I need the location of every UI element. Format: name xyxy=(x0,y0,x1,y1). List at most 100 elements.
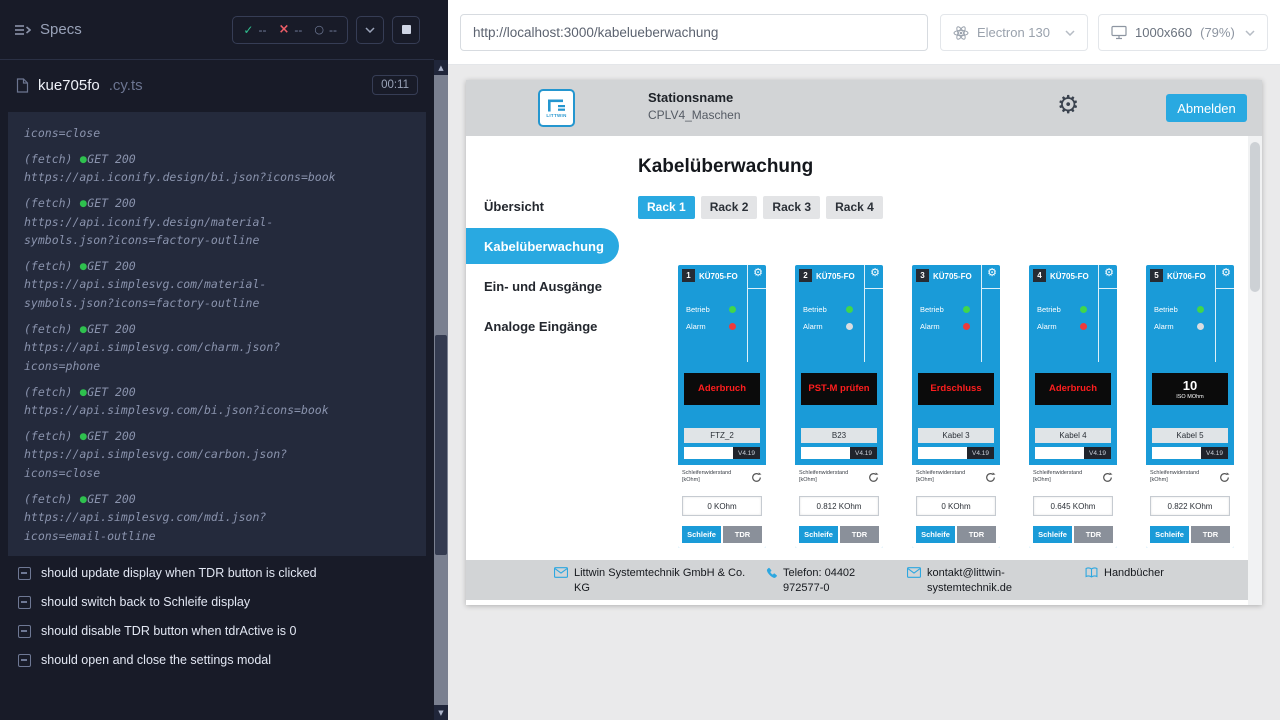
device-model: KÜ705-FO xyxy=(816,272,855,281)
tdr-button[interactable]: TDR xyxy=(957,526,996,543)
device-card-1: 1 KÜ705-FO ⚙ Betrieb Alarm Aderbruch FTZ… xyxy=(678,265,766,548)
card-settings-icon[interactable]: ⚙ xyxy=(753,266,763,279)
url-input[interactable]: http://localhost:3000/kabelueberwachung xyxy=(460,14,928,51)
led-off-icon xyxy=(1197,323,1204,330)
card-settings-icon[interactable]: ⚙ xyxy=(1221,266,1231,279)
sidebar-item-analoge-eingaenge[interactable]: Analoge Eingänge xyxy=(466,308,636,344)
scrollbar-thumb[interactable] xyxy=(435,335,447,555)
schleife-button[interactable]: Schleife xyxy=(916,526,955,543)
tdr-button[interactable]: TDR xyxy=(1191,526,1230,543)
spec-extension: .cy.ts xyxy=(109,77,143,94)
divider xyxy=(864,265,865,362)
measurement-panel: Schleifenwiderstand [kOhm] 0 KOhm Schlei… xyxy=(912,465,1000,548)
book-icon xyxy=(1085,567,1098,578)
tab-rack-3[interactable]: Rack 3 xyxy=(763,196,820,219)
test-icon xyxy=(18,625,31,638)
browser-chrome-bar: http://localhost:3000/kabelueberwachung … xyxy=(448,0,1280,65)
tdr-button[interactable]: TDR xyxy=(840,526,879,543)
tab-rack-2[interactable]: Rack 2 xyxy=(701,196,758,219)
tdr-button[interactable]: TDR xyxy=(1074,526,1113,543)
spec-name[interactable]: kue705fo xyxy=(38,77,100,94)
divider xyxy=(1216,288,1234,289)
scroll-down-arrow[interactable]: ▼ xyxy=(434,705,448,720)
runner-dropdown-button[interactable] xyxy=(356,16,384,44)
fetch-log-entry[interactable]: (fetch) ●GET 200 https://api.iconify.des… xyxy=(24,150,346,187)
refresh-icon[interactable] xyxy=(1102,472,1113,483)
slot-number: 2 xyxy=(799,269,812,282)
sidebar-item-ein-und-ausgaenge[interactable]: Ein- und Ausgänge xyxy=(466,268,636,304)
mode-buttons: Schleife TDR xyxy=(799,526,879,543)
mode-buttons: Schleife TDR xyxy=(1150,526,1230,543)
fetch-log-entry[interactable]: (fetch) ●GET 200 https://api.iconify.des… xyxy=(24,194,346,250)
refresh-icon[interactable] xyxy=(985,472,996,483)
stop-tests-button[interactable] xyxy=(392,16,420,44)
refresh-icon[interactable] xyxy=(868,472,879,483)
rack-tabs: Rack 1 Rack 2 Rack 3 Rack 4 xyxy=(638,196,883,219)
firmware-version: V4.19 xyxy=(850,447,877,459)
viewport-select[interactable]: 1000x660 (79%) xyxy=(1098,14,1268,51)
footer-manuals[interactable]: Handbücher xyxy=(1085,566,1164,581)
spare-field xyxy=(801,447,851,459)
app-footer: Littwin Systemtechnik GmbH & Co. KG Tele… xyxy=(466,560,1248,600)
tdr-button[interactable]: TDR xyxy=(723,526,762,543)
slot-number: 1 xyxy=(682,269,695,282)
browser-select[interactable]: Electron 130 xyxy=(940,14,1088,51)
led-red-icon xyxy=(963,323,970,330)
viewport-dimensions: 1000x660 xyxy=(1135,25,1192,40)
status-display: Erdschluss xyxy=(918,373,994,405)
status-display: 10 ISO MOhm xyxy=(1152,373,1228,405)
resistance-value: 0 KOhm xyxy=(916,496,996,516)
sidebar-item-kabelueberwachung[interactable]: Kabelüberwachung xyxy=(466,228,619,264)
led-green-icon xyxy=(729,306,736,313)
schleife-button[interactable]: Schleife xyxy=(682,526,721,543)
settings-gear-icon[interactable]: ⚙ xyxy=(1057,89,1079,122)
logout-button[interactable]: Abmelden xyxy=(1166,94,1247,122)
schleife-button[interactable]: Schleife xyxy=(1033,526,1072,543)
fetch-log-entry[interactable]: (fetch) ●GET 200 https://api.simplesvg.c… xyxy=(24,383,346,420)
x-icon: × xyxy=(278,22,289,37)
passed-stat: ✓-- xyxy=(243,23,266,37)
runner-scrollbar[interactable]: ▲ ▼ xyxy=(434,60,448,720)
footer-company: Littwin Systemtechnik GmbH & Co. KG xyxy=(554,566,754,596)
refresh-icon[interactable] xyxy=(751,472,762,483)
footer-phone: Telefon: 04402 972577-0 xyxy=(765,566,887,596)
test-title[interactable]: should update display when TDR button is… xyxy=(18,566,420,580)
specs-nav-button[interactable]: Specs xyxy=(14,21,82,38)
led-red-icon xyxy=(1080,323,1087,330)
app-scrollbar-thumb[interactable] xyxy=(1250,142,1260,292)
card-settings-icon[interactable]: ⚙ xyxy=(1104,266,1114,279)
betrieb-led: Betrieb xyxy=(803,305,853,314)
test-title[interactable]: should disable TDR button when tdrActive… xyxy=(18,624,420,638)
measurement-panel: Schleifenwiderstand [kOhm] 0.812 KOhm Sc… xyxy=(795,465,883,548)
scroll-up-arrow[interactable]: ▲ xyxy=(434,60,448,75)
mode-buttons: Schleife TDR xyxy=(682,526,762,543)
fetch-log-entry[interactable]: (fetch) ●GET 200 https://api.simplesvg.c… xyxy=(24,490,346,546)
schleife-button[interactable]: Schleife xyxy=(799,526,838,543)
card-settings-icon[interactable]: ⚙ xyxy=(870,266,880,279)
measurement-panel: Schleifenwiderstand [kOhm] 0.822 KOhm Sc… xyxy=(1146,465,1234,548)
command-log[interactable]: icons=close (fetch) ●GET 200 https://api… xyxy=(8,112,426,556)
test-title[interactable]: should open and close the settings modal xyxy=(18,653,420,667)
schleife-button[interactable]: Schleife xyxy=(1150,526,1189,543)
slot-number: 5 xyxy=(1150,269,1163,282)
cable-name: Kabel 5 xyxy=(1152,428,1228,443)
alarm-led: Alarm xyxy=(1154,322,1204,331)
status-display: PST-M prüfen xyxy=(801,373,877,405)
test-title[interactable]: should switch back to Schleife display xyxy=(18,595,420,609)
led-off-icon xyxy=(846,323,853,330)
measurement-label: Schleifenwiderstand [kOhm] xyxy=(682,470,744,484)
fetch-log-entry[interactable]: (fetch) ●GET 200 https://api.simplesvg.c… xyxy=(24,257,346,313)
card-settings-icon[interactable]: ⚙ xyxy=(987,266,997,279)
tab-rack-1[interactable]: Rack 1 xyxy=(638,196,695,219)
app-scrollbar[interactable] xyxy=(1248,136,1262,605)
sidebar-item-uebersicht[interactable]: Übersicht xyxy=(466,188,636,224)
measurement-label: Schleifenwiderstand [kOhm] xyxy=(799,470,861,484)
refresh-icon[interactable] xyxy=(1219,472,1230,483)
fetch-log-entry[interactable]: (fetch) ●GET 200 https://api.simplesvg.c… xyxy=(24,320,346,376)
divider xyxy=(747,265,748,362)
tab-rack-4[interactable]: Rack 4 xyxy=(826,196,883,219)
fetch-log-entry[interactable]: (fetch) ●GET 200 https://api.simplesvg.c… xyxy=(24,427,346,483)
test-stats: ✓-- ×-- ○-- xyxy=(232,16,348,44)
envelope-icon xyxy=(554,567,568,578)
electron-icon xyxy=(953,25,969,41)
